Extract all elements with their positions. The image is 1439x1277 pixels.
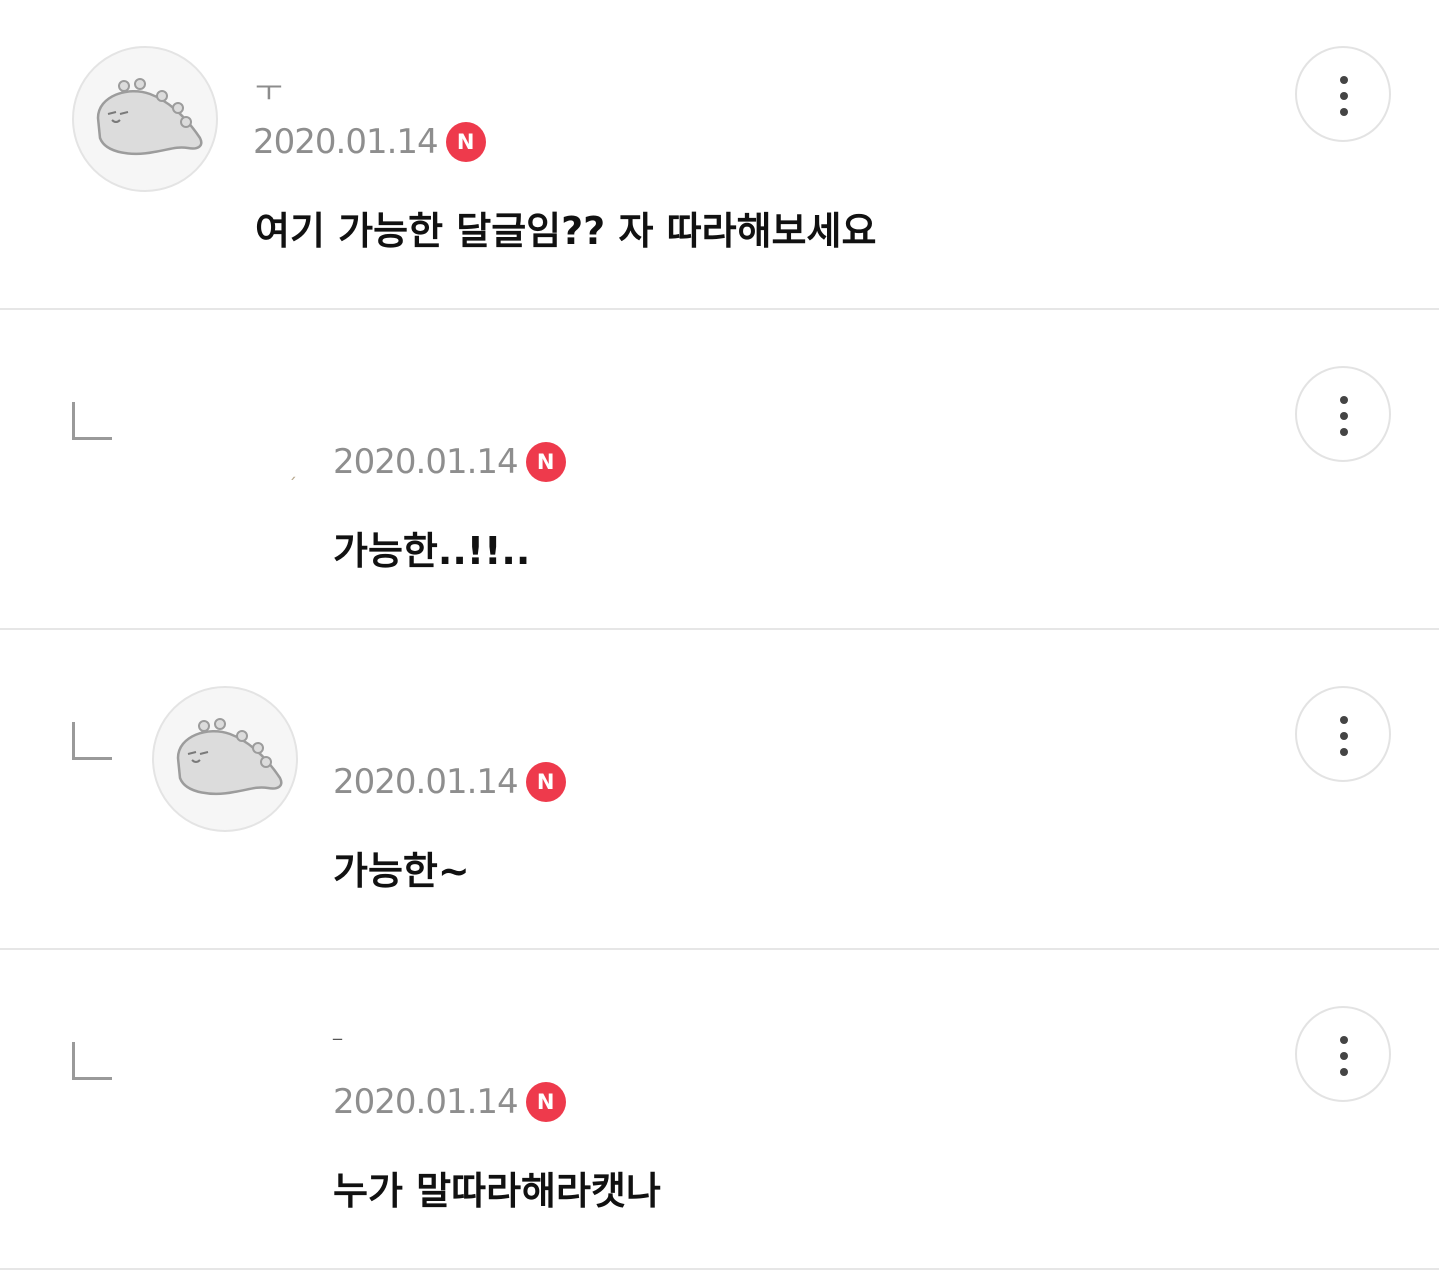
- reply-item: 2020.01.14 N 가능한~: [0, 630, 1439, 950]
- more-vertical-icon-dot: [1340, 428, 1348, 436]
- more-options-button[interactable]: [1295, 1006, 1391, 1102]
- more-vertical-icon: [1340, 76, 1348, 84]
- more-vertical-icon-dot: [1340, 748, 1348, 756]
- comment-meta: 2020.01.14 N: [333, 1081, 566, 1123]
- more-vertical-icon-dot: [1340, 108, 1348, 116]
- more-vertical-icon-dot: [1340, 92, 1348, 100]
- comment-date: 2020.01.14: [253, 122, 439, 162]
- more-options-button[interactable]: [1295, 366, 1391, 462]
- author-name: ㅜ: [255, 74, 283, 109]
- new-badge: N: [445, 122, 486, 162]
- more-vertical-icon-dot: [1340, 732, 1348, 740]
- reply-item: ‾ 2020.01.14 N 누가 말따라해라캣나: [0, 950, 1439, 1270]
- more-vertical-icon: [1340, 716, 1348, 724]
- comment-text: 누가 말따라해라캣나: [333, 1169, 661, 1213]
- reply-arrow-icon: [72, 722, 112, 760]
- avatar[interactable]: [152, 686, 298, 832]
- more-vertical-icon: [1340, 1036, 1348, 1044]
- comment-date: 2020.01.14: [333, 1082, 519, 1122]
- comment-date: 2020.01.14: [333, 442, 519, 482]
- more-vertical-icon: [1340, 396, 1348, 404]
- more-options-button[interactable]: [1295, 46, 1391, 142]
- comment-meta: 2020.01.14 N: [333, 761, 566, 803]
- new-badge: N: [525, 442, 566, 482]
- comment-text: 가능한..!!..: [333, 529, 531, 573]
- more-options-button[interactable]: [1295, 686, 1391, 782]
- comment-meta: 2020.01.14 N: [333, 441, 566, 483]
- new-badge: N: [525, 1082, 566, 1122]
- dino-avatar-icon: [176, 718, 283, 795]
- comment-meta: 2020.01.14 N: [253, 121, 486, 163]
- dino-avatar-icon: [96, 78, 203, 155]
- new-badge: N: [525, 762, 566, 802]
- avatar[interactable]: [72, 46, 218, 192]
- comment-list: ㅜ 2020.01.14 N 여기 가능한 달글임?? 자 따라해보세요 ˏ 2…: [0, 0, 1439, 1277]
- reply-arrow-icon: [72, 402, 112, 440]
- avatar-remnant: ‾: [333, 1036, 342, 1057]
- reply-arrow-icon: [72, 1042, 112, 1080]
- comment-text: 여기 가능한 달글임?? 자 따라해보세요: [255, 209, 877, 253]
- reply-item: ˏ 2020.01.14 N 가능한..!!..: [0, 310, 1439, 630]
- more-vertical-icon-dot: [1340, 1052, 1348, 1060]
- more-vertical-icon-dot: [1340, 1068, 1348, 1076]
- comment-text: 가능한~: [333, 849, 470, 893]
- comment-item: ㅜ 2020.01.14 N 여기 가능한 달글임?? 자 따라해보세요: [0, 0, 1439, 310]
- comment-date: 2020.01.14: [333, 762, 519, 802]
- avatar-remnant: ˏ: [288, 460, 297, 481]
- more-vertical-icon-dot: [1340, 412, 1348, 420]
